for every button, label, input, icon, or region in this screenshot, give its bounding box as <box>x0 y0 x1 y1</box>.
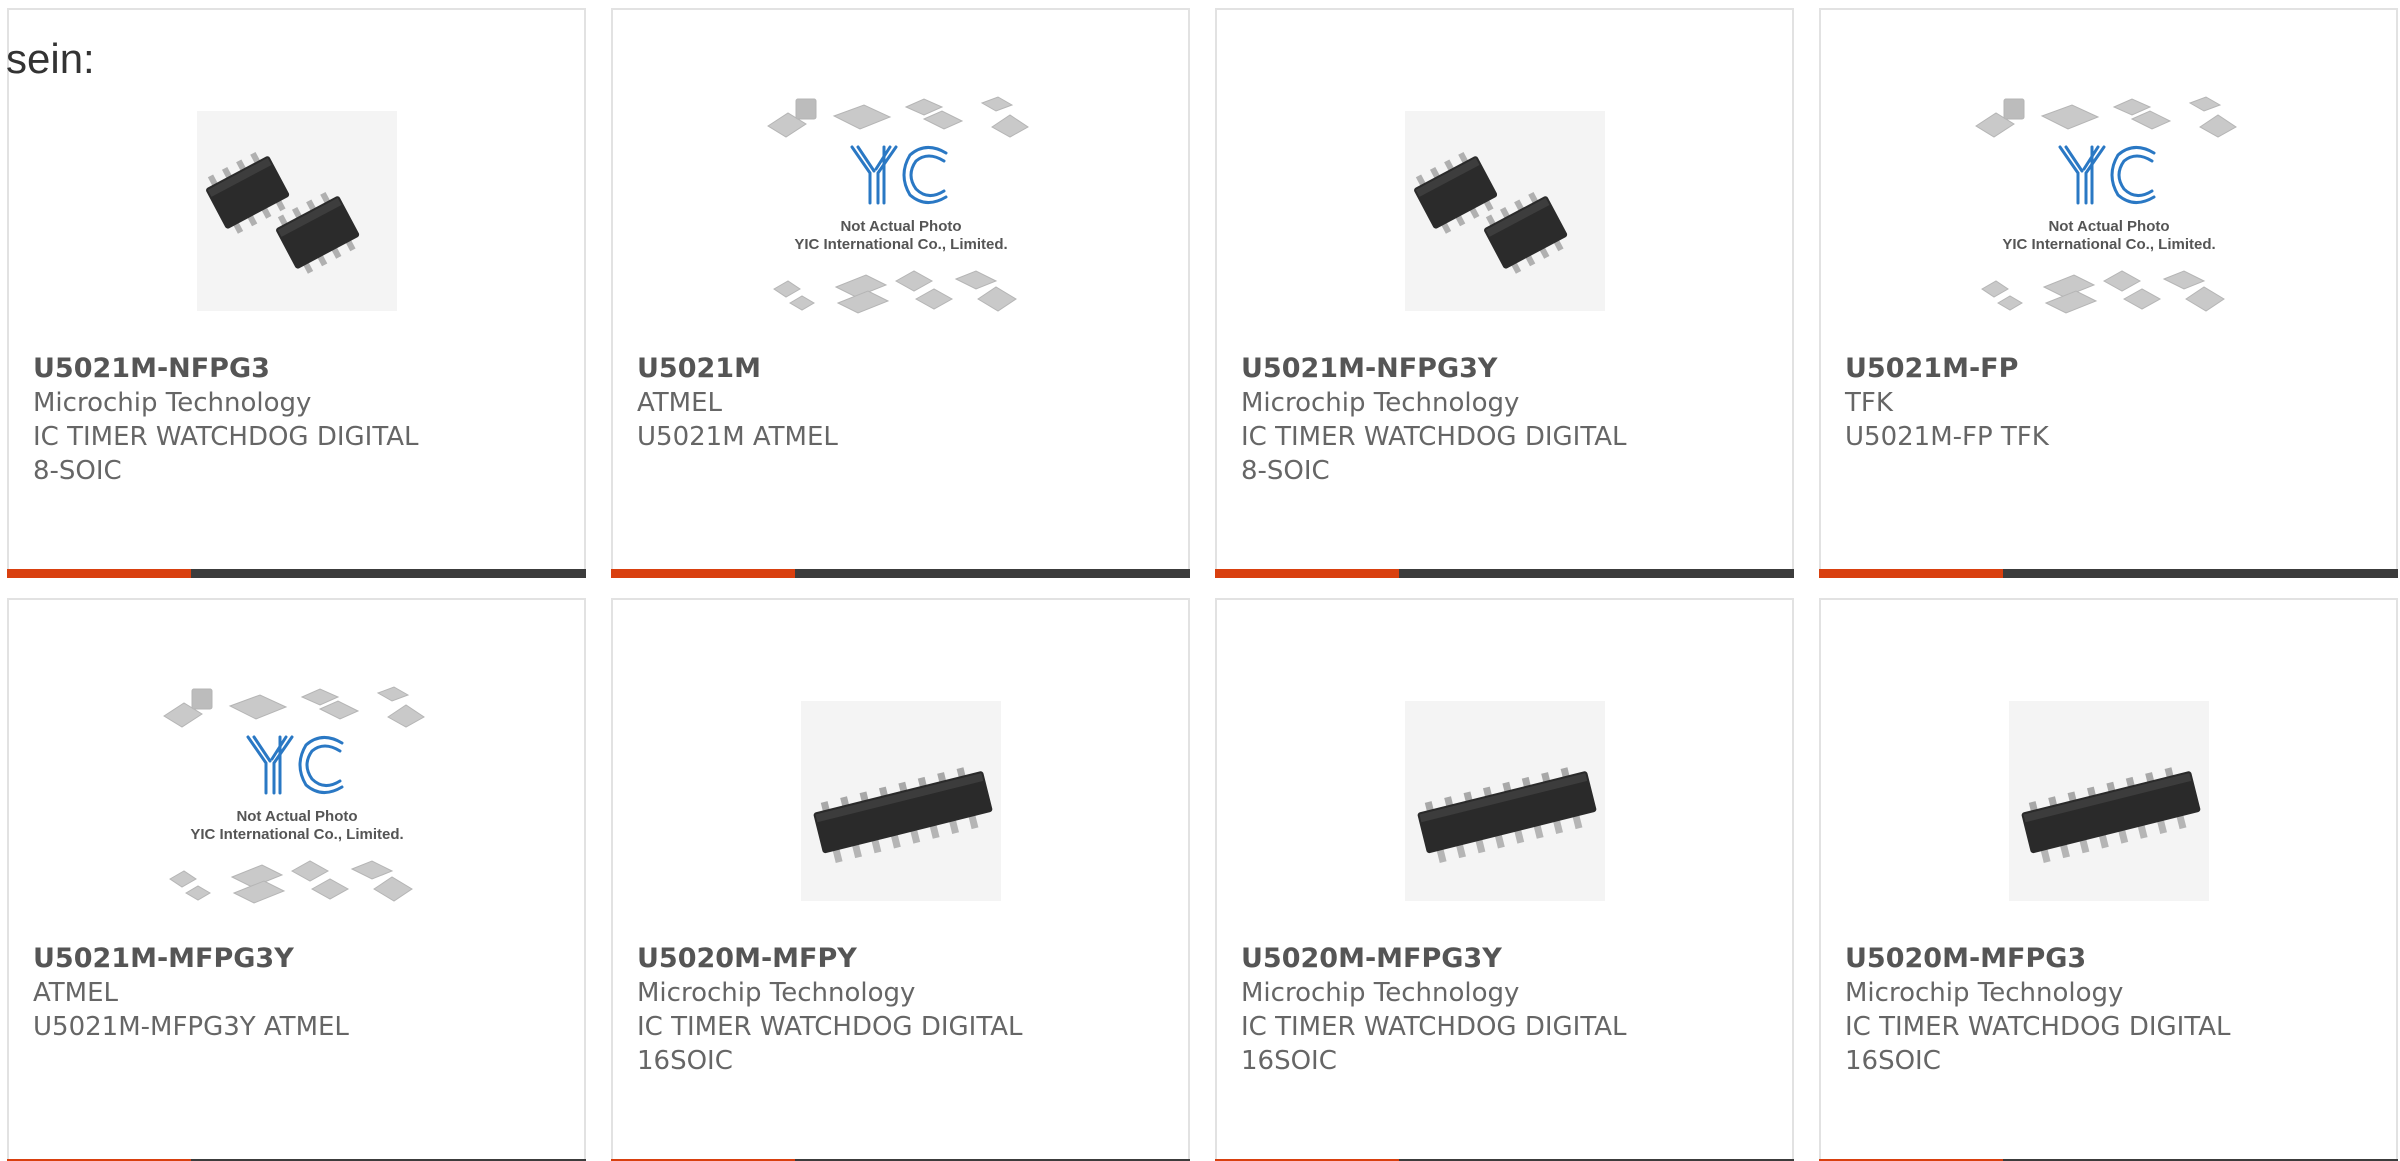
product-image[interactable]: Not Actual Photo YIC International Co., … <box>613 76 1188 346</box>
product-image[interactable] <box>9 76 584 346</box>
manufacturer: Microchip Technology <box>33 388 312 418</box>
part-number[interactable]: U5020M-MFPG3Y <box>1241 942 1772 976</box>
part-number[interactable]: U5021M-NFPG3 <box>33 352 564 386</box>
product-image[interactable]: Not Actual Photo YIC International Co., … <box>9 666 584 936</box>
product-image[interactable] <box>1217 666 1792 936</box>
description-line-1: IC TIMER WATCHDOG DIGITAL <box>33 422 419 452</box>
description-line-2: 16SOIC <box>1241 1046 1337 1076</box>
product-card[interactable]: U5021M-NFPG3 Microchip Technology IC TIM… <box>7 8 586 578</box>
product-card[interactable]: U5020M-MFPY Microchip Technology IC TIME… <box>611 598 1190 1161</box>
manufacturer: ATMEL <box>637 388 722 418</box>
description-line-1: U5021M ATMEL <box>637 422 838 452</box>
svg-text:Not Actual Photo: Not Actual Photo <box>236 808 357 825</box>
card-accent-bar <box>1215 569 1399 578</box>
product-card[interactable]: U5020M-MFPG3Y Microchip Technology IC TI… <box>1215 598 1794 1161</box>
soic16-icon <box>1404 701 1605 901</box>
description-line-1: IC TIMER WATCHDOG DIGITAL <box>1845 1012 2231 1042</box>
yic-placeholder-icon: Not Actual Photo YIC International Co., … <box>162 686 425 904</box>
intro-text: sein: <box>6 35 95 82</box>
description-line-1: IC TIMER WATCHDOG DIGITAL <box>637 1012 1023 1042</box>
svg-text:Not Actual Photo: Not Actual Photo <box>840 218 961 235</box>
product-card[interactable]: Not Actual Photo YIC International Co., … <box>611 8 1190 578</box>
part-number[interactable]: U5021M-FP <box>1845 352 2376 386</box>
manufacturer: Microchip Technology <box>1845 978 2124 1008</box>
product-card[interactable]: U5020M-MFPG3 Microchip Technology IC TIM… <box>1819 598 2398 1161</box>
manufacturer: Microchip Technology <box>1241 388 1520 418</box>
part-number[interactable]: U5020M-MFPG3 <box>1845 942 2376 976</box>
card-accent-bar <box>611 569 795 578</box>
description-line-1: U5021M-FP TFK <box>1845 422 2049 452</box>
soic8-pair-icon <box>1404 111 1605 311</box>
description-line-2: 8-SOIC <box>1241 456 1330 486</box>
soic8-pair-icon <box>196 111 397 311</box>
description-line-2: 16SOIC <box>1845 1046 1941 1076</box>
soic16-icon <box>800 701 1001 901</box>
product-image[interactable]: Not Actual Photo YIC International Co., … <box>1821 76 2396 346</box>
part-number[interactable]: U5020M-MFPY <box>637 942 1168 976</box>
product-image[interactable] <box>613 666 1188 936</box>
card-bottom-bar <box>1819 569 2398 578</box>
manufacturer: Microchip Technology <box>1241 978 1520 1008</box>
card-accent-bar <box>1819 569 2003 578</box>
part-number[interactable]: U5021M <box>637 352 1168 386</box>
svg-text:YIC International Co., Limited: YIC International Co., Limited. <box>190 826 403 843</box>
manufacturer: ATMEL <box>33 978 118 1008</box>
product-card[interactable]: Not Actual Photo YIC International Co., … <box>7 598 586 1161</box>
product-card[interactable]: U5021M-NFPG3Y Microchip Technology IC TI… <box>1215 8 1794 578</box>
product-grid: U5021M-NFPG3 Microchip Technology IC TIM… <box>7 8 2400 1161</box>
card-accent-bar <box>7 569 191 578</box>
part-number[interactable]: U5021M-MFPG3Y <box>33 942 564 976</box>
card-bottom-bar <box>1215 569 1794 578</box>
svg-text:Not Actual Photo: Not Actual Photo <box>2048 218 2169 235</box>
product-card[interactable]: Not Actual Photo YIC International Co., … <box>1819 8 2398 578</box>
svg-text:YIC International Co., Limited: YIC International Co., Limited. <box>794 236 1007 253</box>
description-line-1: IC TIMER WATCHDOG DIGITAL <box>1241 1012 1627 1042</box>
soic16-icon <box>2008 701 2209 901</box>
card-bottom-bar <box>7 569 586 578</box>
description-line-2: 16SOIC <box>637 1046 733 1076</box>
product-image[interactable] <box>1217 76 1792 346</box>
product-image[interactable] <box>1821 666 2396 936</box>
description-line-1: IC TIMER WATCHDOG DIGITAL <box>1241 422 1627 452</box>
yic-placeholder-icon: Not Actual Photo YIC International Co., … <box>766 96 1029 314</box>
card-bottom-bar <box>611 569 1190 578</box>
manufacturer: Microchip Technology <box>637 978 916 1008</box>
svg-text:YIC International Co., Limited: YIC International Co., Limited. <box>2002 236 2215 253</box>
description-line-1: U5021M-MFPG3Y ATMEL <box>33 1012 349 1042</box>
manufacturer: TFK <box>1845 388 1893 418</box>
part-number[interactable]: U5021M-NFPG3Y <box>1241 352 1772 386</box>
description-line-2: 8-SOIC <box>33 456 122 486</box>
yic-placeholder-icon: Not Actual Photo YIC International Co., … <box>1974 96 2237 314</box>
